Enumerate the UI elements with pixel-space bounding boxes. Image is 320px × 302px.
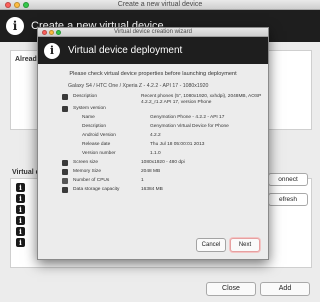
- device-row-icon[interactable]: i: [16, 205, 25, 214]
- refresh-button[interactable]: efresh: [268, 193, 308, 206]
- property-label: Screen size: [73, 160, 99, 166]
- device-row-icon[interactable]: i: [16, 194, 25, 203]
- property-value: 1080x1920 - 480 dpi: [141, 160, 185, 166]
- screen: Create a new virtual device i Create a n…: [0, 0, 320, 302]
- window-titlebar: Create a new virtual device: [0, 0, 320, 10]
- property-label: Version number: [82, 151, 116, 157]
- wizard-header: i Virtual device deployment: [38, 37, 268, 64]
- property-label: Name: [82, 115, 95, 121]
- property-label: Data storage capacity: [73, 187, 120, 193]
- virtual-devices-label: Virtual d: [12, 169, 40, 176]
- property-label: Description: [82, 124, 106, 130]
- property-value: 1: [141, 178, 144, 184]
- device-row-icon[interactable]: i: [16, 227, 25, 236]
- property-label: Description: [73, 94, 97, 99]
- property-label: System version: [73, 106, 106, 112]
- wizard-buttons: Cancel Next: [196, 238, 260, 252]
- property-value: 1.1.0: [150, 151, 161, 157]
- property-value: Thu Jul 18 05:00:01 2013: [150, 142, 205, 148]
- property-label: Number of CPUs: [73, 178, 110, 184]
- wizard-title: Virtual device creation wizard: [114, 29, 192, 35]
- property-label: Android Version: [82, 133, 116, 139]
- property-value: 16384 MB: [141, 187, 163, 193]
- info-icon: i: [6, 17, 24, 35]
- virtual-device-creation-wizard: Virtual device creation wizard i Virtual…: [37, 27, 269, 260]
- cancel-button[interactable]: Cancel: [196, 238, 226, 252]
- property-label: Memory Size: [73, 169, 101, 175]
- wizard-titlebar: Virtual device creation wizard: [38, 28, 268, 37]
- connect-button[interactable]: onnect: [268, 173, 308, 186]
- device-row-icon[interactable]: i: [16, 183, 25, 192]
- property-value: Genymotion Virtual Device for Phone: [150, 124, 229, 130]
- screen-icon-glyph: [62, 160, 68, 167]
- wizard-content: Please check virtual device properties b…: [38, 64, 268, 203]
- add-button[interactable]: Add: [260, 282, 310, 296]
- device-summary: Galaxy S4 / HTC One / Xperia Z - 4.2.2 -…: [68, 83, 209, 89]
- properties-list: Description Recent phones (5", 1080x1920,…: [44, 94, 262, 196]
- next-button[interactable]: Next: [230, 238, 260, 252]
- phone-icon-glyph: [62, 94, 68, 100]
- cpu-icon-glyph: [62, 178, 68, 185]
- property-value: 4.2.2: [150, 133, 161, 139]
- property-value: 2048 MB: [141, 169, 161, 175]
- property-label: Release date: [82, 142, 111, 148]
- property-value: Recent phones (5", 1080x1920, xxhdpi), 2…: [141, 94, 262, 106]
- system-icon-glyph: [62, 106, 68, 113]
- wizard-header-title: Virtual device deployment: [68, 45, 183, 56]
- property-value: Genymotion Phone - 4.2.2 - API 17: [150, 115, 225, 121]
- device-row-icon[interactable]: i: [16, 238, 25, 247]
- device-row-icon[interactable]: i: [16, 216, 25, 225]
- info-icon: i: [44, 42, 60, 59]
- property-row: Data storage capacity 16384 MB: [44, 187, 262, 196]
- storage-icon-glyph: [62, 187, 68, 194]
- property-row: Description Recent phones (5", 1080x1920,…: [44, 94, 262, 106]
- close-button[interactable]: Close: [206, 282, 256, 296]
- memory-icon-glyph: [62, 169, 68, 176]
- instruction-text: Please check virtual device properties b…: [69, 71, 237, 77]
- window-title: Create a new virtual device: [117, 1, 203, 8]
